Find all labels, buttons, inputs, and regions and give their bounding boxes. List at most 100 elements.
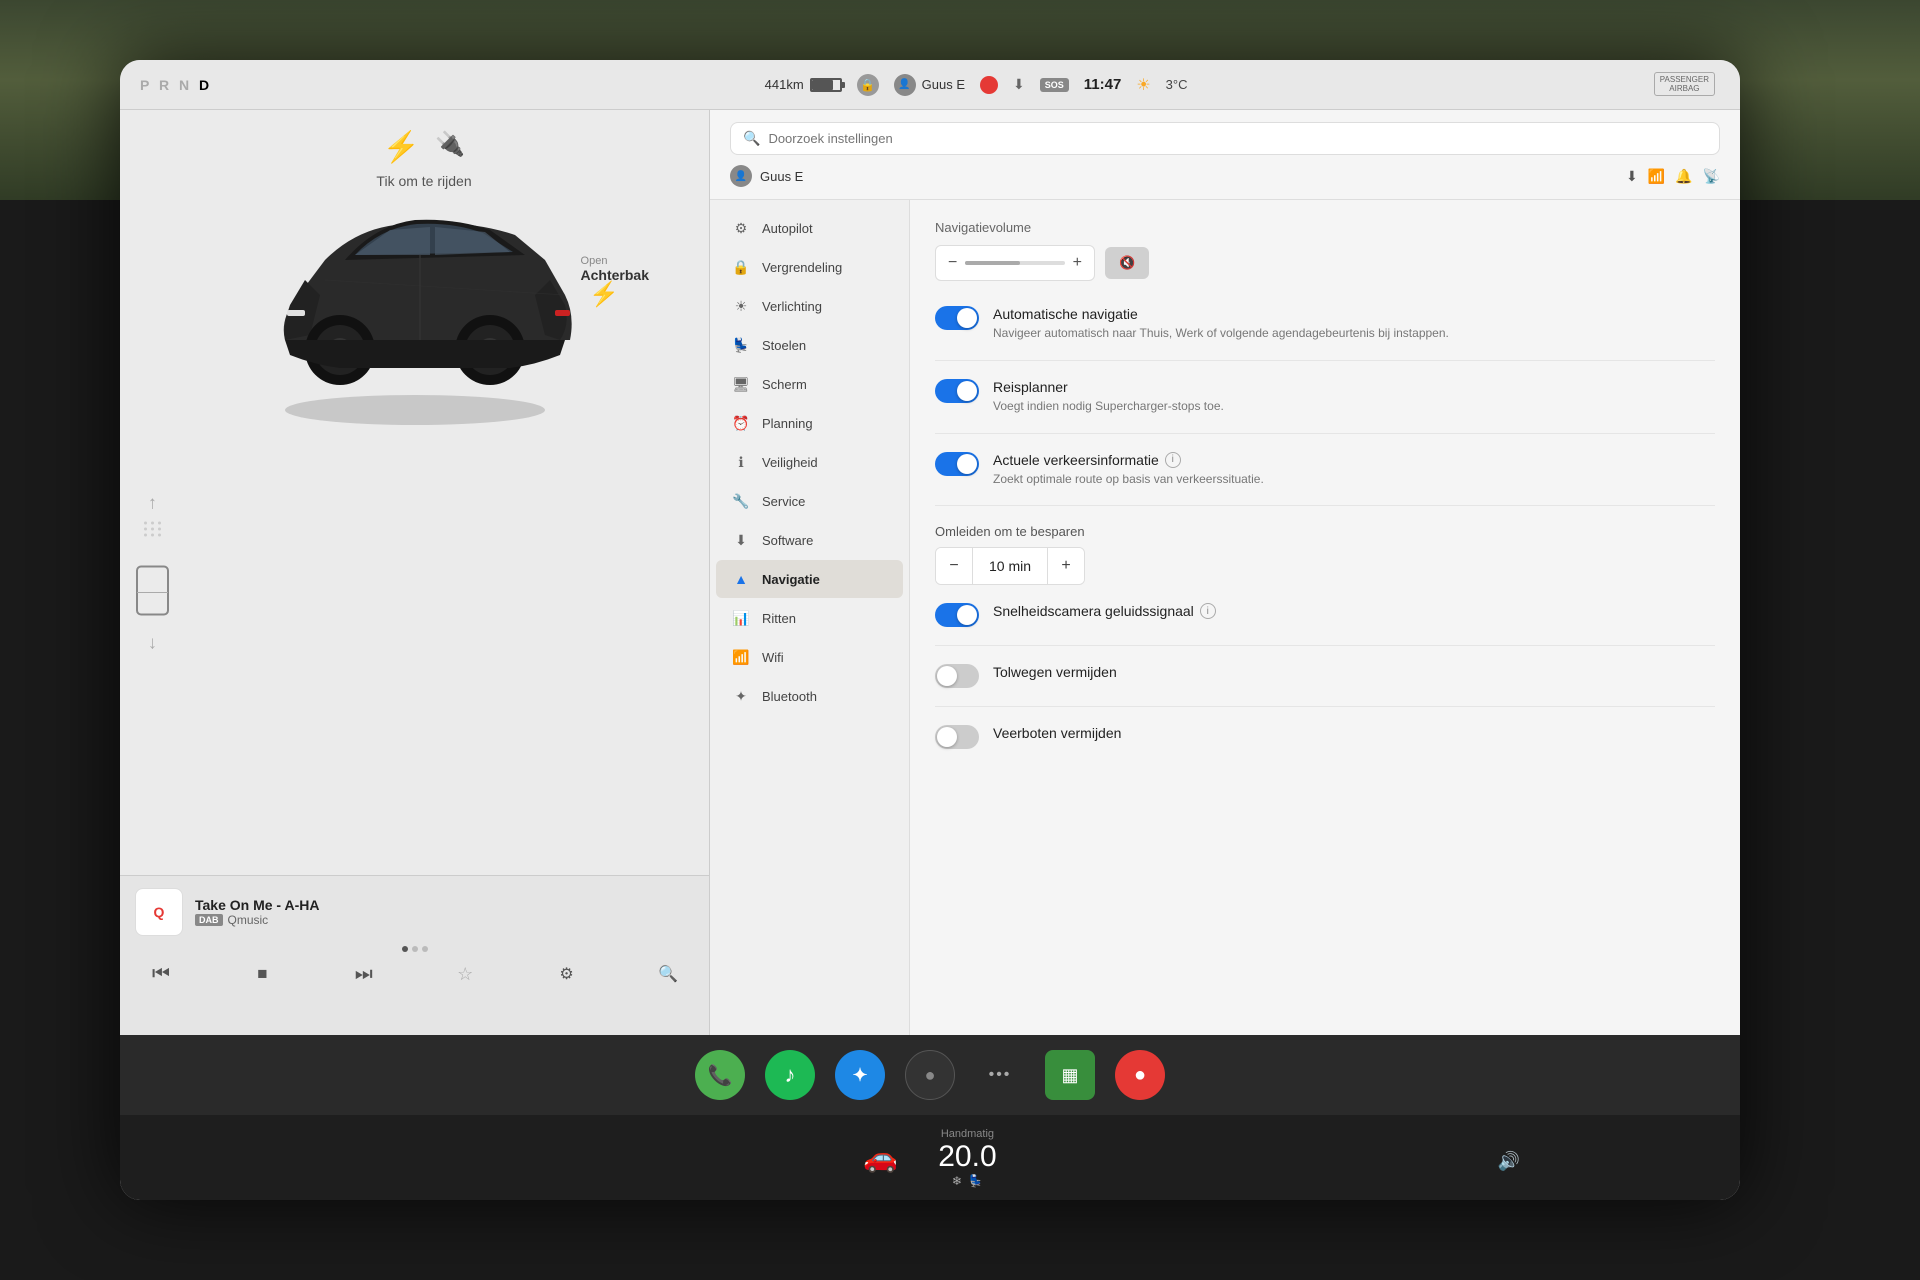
verkeer-setting: Actuele verkeersinformatie i Zoekt optim… [935,452,1715,507]
detour-decrease-button[interactable]: − [936,548,972,584]
detour-label: Omleiden om te besparen [935,524,1715,539]
seat-heat-icon: 💺 [968,1174,983,1188]
temperature-display: 3°C [1166,77,1188,92]
signal-icon: 📶 [1648,168,1665,185]
status-center: 441km 🔒 👤 Guus E ⬇ SOS 11:47 ☀ 3°C [232,74,1720,96]
user-avatar: 👤 [730,165,752,187]
user-icon: 👤 [894,74,916,96]
menu-label-ritten: Ritten [762,611,796,626]
volume-increase-button[interactable]: + [1073,254,1082,272]
search-input[interactable] [768,131,1707,146]
battery-fill [812,80,833,90]
progress-dot-2 [412,946,418,952]
bluetooth-icon-taskbar: ✦ [852,1065,867,1086]
menu-item-service[interactable]: 🔧 Service [716,482,903,520]
mute-button[interactable]: 🔇 [1105,247,1149,279]
verkeer-toggle[interactable] [935,452,979,476]
volume-fill [965,261,1020,265]
right-panel: 🔍 👤 Guus E ⬇ 📶 🔔 📡 [710,110,1740,1035]
volume-track [965,261,1064,265]
volume-control: − + 🔇 [935,245,1715,281]
menu-label-scherm: Scherm [762,377,807,392]
tolwegen-text: Tolwegen vermijden [993,664,1117,680]
stop-button[interactable]: ⏹ [246,958,278,990]
camera-button[interactable]: ● [905,1050,955,1100]
menu-item-wifi[interactable]: 📶 Wifi [716,638,903,676]
menu-item-bluetooth[interactable]: ✦ Bluetooth [716,677,903,715]
phone-icon: 📞 [708,1063,733,1088]
battery-icon [810,78,842,92]
scroll-down-arrow: ↓ [148,632,157,653]
car-display-area: ⚡ 🔌 Tik om te rijden Open Voorbak 🔓 [120,110,709,530]
wifi-icon: 📶 [732,648,750,666]
more-button[interactable]: ••• [975,1050,1025,1100]
reisplanner-text: Reisplanner Voegt indien nodig Superchar… [993,379,1224,415]
climate-mode: Handmatig [938,1128,996,1140]
menu-item-verlichting[interactable]: ☀ Verlichting [716,287,903,325]
menu-item-scherm[interactable]: 🖥 Scherm [716,365,903,403]
detour-increase-button[interactable]: + [1048,548,1084,584]
next-track-button[interactable]: ⏭ [348,958,380,990]
bluetooth-icon: ✦ [732,687,750,705]
prev-track-button[interactable]: ⏮ [145,958,177,990]
sun-icon: ☀ [1136,75,1150,95]
veerboten-setting: Veerboten vermijden [935,725,1715,767]
music-details: Take On Me - A-HA DAB Qmusic [195,897,319,927]
menu-label-vergrendeling: Vergrendeling [762,260,842,275]
volume-slider[interactable]: − + [935,245,1095,281]
menu-item-navigatie[interactable]: ▲ Navigatie [716,560,903,598]
camera-icon: ● [925,1065,936,1086]
toggle-knob [937,727,957,747]
menu-item-vergrendeling[interactable]: 🔒 Vergrendeling [716,248,903,286]
menu-item-veiligheid[interactable]: ℹ Veiligheid [716,443,903,481]
music-info: Q Take On Me - A-HA DAB Qmusic [135,888,694,936]
dot [158,533,161,536]
settings-username: Guus E [760,169,803,184]
progress-dot-1 [402,946,408,952]
auto-nav-text: Automatische navigatie Navigeer automati… [993,306,1449,342]
gear-p: P [140,77,159,93]
scherm-icon: 🖥 [732,375,750,393]
auto-nav-desc: Navigeer automatisch naar Thuis, Werk of… [993,325,1449,342]
menu-item-ritten[interactable]: 📊 Ritten [716,599,903,637]
veerboten-toggle[interactable] [935,725,979,749]
equalizer-button[interactable]: ⚙ [551,958,583,990]
menu-label-bluetooth: Bluetooth [762,689,817,704]
toggle-knob [957,605,977,625]
search-bar[interactable]: 🔍 [730,122,1720,155]
auto-nav-toggle[interactable] [935,306,979,330]
search-music-button[interactable]: 🔍 [652,958,684,990]
status-username: Guus E [922,77,965,92]
menu-item-autopilot[interactable]: ⚙ Autopilot [716,209,903,247]
menu-item-planning[interactable]: ⏰ Planning [716,404,903,442]
gear-r: R [159,77,179,93]
auto-nav-title: Automatische navigatie [993,306,1449,322]
service-icon: 🔧 [732,492,750,510]
volume-decrease-button[interactable]: − [948,254,957,272]
snowflake-icon: ❄ [952,1174,962,1188]
favorite-button[interactable]: ☆ [449,958,481,990]
map-icon: ▦ [1061,1065,1078,1086]
auto-nav-setting: Automatische navigatie Navigeer automati… [935,306,1715,361]
snelheidscamera-toggle[interactable] [935,603,979,627]
verkeer-info-icon[interactable]: i [1165,452,1181,468]
menu-item-software[interactable]: ⬇ Software [716,521,903,559]
station-name: Qmusic [228,913,269,927]
climate-bottom-icons: ❄ 💺 [938,1174,996,1188]
record-icon: ● [1134,1064,1146,1087]
volume-taskbar-icon[interactable]: 🔊 [1498,1151,1520,1172]
reisplanner-toggle[interactable] [935,379,979,403]
dot [144,533,147,536]
camera-info-icon[interactable]: i [1200,603,1216,619]
spotify-button[interactable]: ♪ [765,1050,815,1100]
snelheidscamera-title: Snelheidscamera geluidssignaal i [993,603,1216,619]
verlichting-icon: ☀ [732,297,750,315]
menu-item-stoelen[interactable]: 💺 Stoelen [716,326,903,364]
tolwegen-toggle[interactable] [935,664,979,688]
autopilot-icon: ⚙ [732,219,750,237]
bluetooth-button[interactable]: ✦ [835,1050,885,1100]
dot [151,533,154,536]
phone-button[interactable]: 📞 [695,1050,745,1100]
dashcam-button[interactable]: ● [1115,1050,1165,1100]
map-button[interactable]: ▦ [1045,1050,1095,1100]
